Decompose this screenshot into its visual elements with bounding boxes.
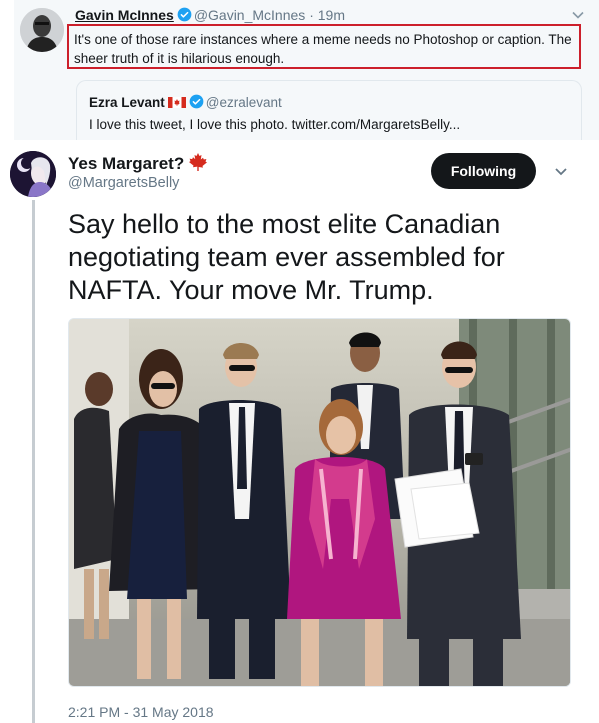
chevron-down-icon[interactable] xyxy=(553,166,569,178)
maple-leaf-icon xyxy=(189,153,208,171)
avatar[interactable] xyxy=(20,8,64,52)
tweet-photo[interactable] xyxy=(68,318,571,687)
tweet-time[interactable]: 19m xyxy=(318,7,345,23)
author-name-row: Yes Margaret? xyxy=(68,152,208,174)
author-name[interactable]: Gavin McInnes xyxy=(75,7,174,23)
quoted-tweet-text: It's one of those rare instances where a… xyxy=(67,24,581,69)
nested-quote-card[interactable]: Ezra Levant @ezralevant I love this tweet… xyxy=(76,80,582,140)
time-separator: · xyxy=(309,7,314,23)
author-handle[interactable]: @Gavin_McInnes xyxy=(194,7,305,23)
quoted-tweet-header: Gavin McInnes @Gavin_McInnes · 19m xyxy=(75,7,345,23)
verified-badge-icon xyxy=(177,7,192,22)
tweet-text: Say hello to the most elite Canadian neg… xyxy=(68,209,505,305)
quoted-tweet-card: Gavin McInnes @Gavin_McInnes · 19m It's o… xyxy=(14,0,599,140)
chevron-down-icon[interactable] xyxy=(571,8,585,22)
nested-quote-text: I love this tweet, I love this photo. tw… xyxy=(89,117,461,132)
nested-quote-header: Ezra Levant @ezralevant xyxy=(89,94,282,110)
tweet-timestamp[interactable]: 2:21 PM - 31 May 2018 xyxy=(68,704,214,720)
thread-line xyxy=(32,200,35,723)
verified-badge-icon xyxy=(189,94,204,109)
avatar[interactable] xyxy=(10,151,56,197)
canada-flag-icon xyxy=(167,97,186,108)
author-name: Ezra Levant xyxy=(89,95,165,110)
following-button[interactable]: Following xyxy=(431,153,536,189)
author-name[interactable]: Yes Margaret? xyxy=(68,154,184,173)
author-handle: @ezralevant xyxy=(205,95,282,110)
author-handle[interactable]: @MargaretsBelly xyxy=(68,175,179,191)
